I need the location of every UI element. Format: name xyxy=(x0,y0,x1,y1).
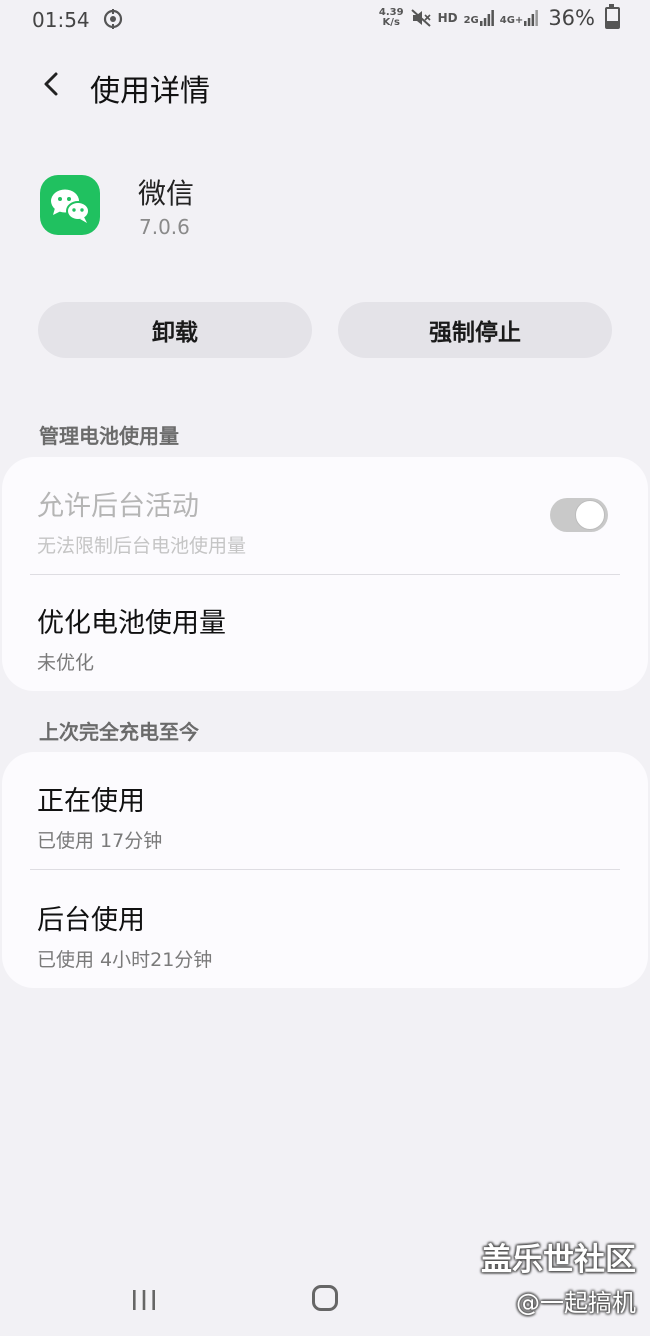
location-icon xyxy=(103,9,123,29)
row-title: 正在使用 xyxy=(37,786,145,817)
allow-background-toggle[interactable] xyxy=(550,498,608,532)
signal-2g-icon: 2G xyxy=(464,10,494,26)
row-subtitle: 未优化 xyxy=(37,652,95,674)
row-subtitle: 已使用 17分钟 xyxy=(37,830,163,852)
force-stop-button[interactable]: 强制停止 xyxy=(338,302,612,358)
home-icon[interactable] xyxy=(312,1285,338,1311)
recent-apps-icon[interactable] xyxy=(132,1288,156,1312)
divider xyxy=(30,869,620,870)
battery-icon xyxy=(605,4,620,29)
wechat-icon xyxy=(40,175,100,235)
mute-icon xyxy=(410,9,431,27)
network-speed: 4.39 K/s xyxy=(378,7,404,28)
row-subtitle: 已使用 4小时21分钟 xyxy=(37,949,213,971)
optimize-battery-row[interactable]: 优化电池使用量 未优化 xyxy=(37,601,613,675)
status-time: 01:54 xyxy=(32,8,90,32)
section-title-battery: 管理电池使用量 xyxy=(39,424,179,448)
app-name: 微信 xyxy=(138,177,195,210)
battery-percent: 36% xyxy=(548,6,595,30)
row-title: 后台使用 xyxy=(37,905,145,936)
row-title: 允许后台活动 xyxy=(37,491,199,522)
app-bar: 使用详情 xyxy=(0,58,650,114)
page-title: 使用详情 xyxy=(90,74,210,109)
signal-4g-icon: 4G+ xyxy=(500,10,539,26)
toggle-knob xyxy=(575,500,605,530)
foreground-usage-row[interactable]: 正在使用 已使用 17分钟 xyxy=(37,779,613,853)
section-title-usage: 上次完全充电至今 xyxy=(39,720,199,744)
back-arrow-icon[interactable] xyxy=(34,64,74,104)
app-version: 7.0.6 xyxy=(139,215,190,239)
background-usage-row[interactable]: 后台使用 已使用 4小时21分钟 xyxy=(37,898,613,972)
divider xyxy=(30,574,620,575)
navigation-bar xyxy=(0,1270,650,1336)
status-icons: 4.39 K/s HD 2G 4G+ 36% xyxy=(378,4,620,30)
uninstall-button[interactable]: 卸载 xyxy=(38,302,312,358)
hd-icon: HD xyxy=(437,11,458,25)
row-title: 优化电池使用量 xyxy=(37,608,226,639)
row-subtitle: 无法限制后台电池使用量 xyxy=(37,535,247,557)
allow-background-row[interactable]: 允许后台活动 无法限制后台电池使用量 xyxy=(37,484,613,558)
status-bar: 01:54 4.39 K/s HD 2G 4G+ 36% xyxy=(0,0,650,40)
